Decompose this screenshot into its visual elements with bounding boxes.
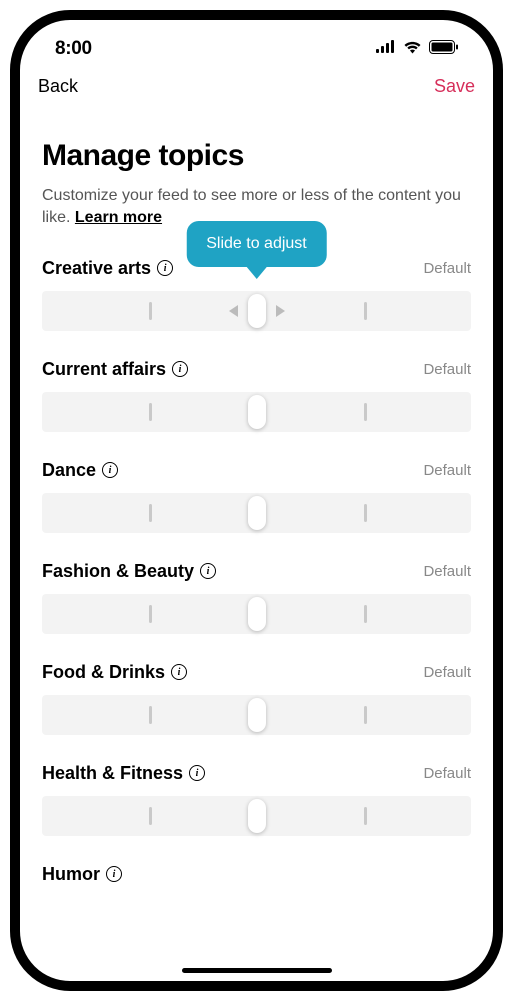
topic-row: Humori [42, 864, 471, 885]
topic-name-wrap: Humori [42, 864, 122, 885]
learn-more-link[interactable]: Learn more [75, 209, 162, 226]
slider-tick [364, 807, 367, 825]
topic-name: Humor [42, 864, 100, 885]
info-icon[interactable]: i [157, 260, 173, 276]
slider-tick [364, 504, 367, 522]
topic-slider[interactable]: Slide to adjust [42, 291, 471, 331]
topic-header: Health & Fitness i Default [42, 763, 471, 784]
topic-status: Default [423, 765, 471, 782]
slider-tick [149, 807, 152, 825]
phone-frame: 8:00 Back Save Manage topics Customize y… [10, 10, 503, 991]
topics-list: Creative arts i Default Slide to adjust Curr… [42, 258, 471, 885]
status-indicators [376, 40, 458, 59]
status-time: 8:00 [55, 38, 92, 60]
topic-header: Humori [42, 864, 471, 885]
topic-status: Default [423, 260, 471, 277]
topic-name: Health & Fitness [42, 763, 183, 784]
slider-tick [149, 302, 152, 320]
topic-header: Fashion & Beauty i Default [42, 561, 471, 582]
topic-status: Default [423, 462, 471, 479]
slider-tick [149, 605, 152, 623]
topic-name-wrap: Fashion & Beauty i [42, 561, 216, 582]
topic-row: Health & Fitness i Default [42, 763, 471, 836]
topic-name: Dance [42, 460, 96, 481]
page-title: Manage topics [42, 139, 471, 173]
content: Manage topics Customize your feed to see… [20, 103, 493, 885]
save-button[interactable]: Save [434, 76, 475, 97]
topic-row: Dancei Default [42, 460, 471, 533]
topic-slider[interactable] [42, 594, 471, 634]
slider-thumb[interactable] [248, 698, 266, 732]
topic-row: Food & Drinks i Default [42, 662, 471, 735]
chevron-left-icon [229, 305, 238, 317]
topic-slider[interactable] [42, 392, 471, 432]
slider-tick [364, 403, 367, 421]
topic-name: Current affairs [42, 359, 166, 380]
info-icon[interactable]: i [189, 765, 205, 781]
info-icon[interactable]: i [102, 462, 118, 478]
topic-status: Default [423, 664, 471, 681]
slider-tick [364, 706, 367, 724]
topic-slider[interactable] [42, 796, 471, 836]
topic-slider[interactable] [42, 493, 471, 533]
topic-name-wrap: Health & Fitness i [42, 763, 205, 784]
topic-row: Creative arts i Default Slide to adjust [42, 258, 471, 331]
battery-icon [429, 40, 458, 59]
slider-tick [149, 504, 152, 522]
slider-tick [364, 605, 367, 623]
topic-name: Creative arts [42, 258, 151, 279]
screen: 8:00 Back Save Manage topics Customize y… [20, 20, 493, 981]
info-icon[interactable]: i [200, 563, 216, 579]
slider-tick [364, 302, 367, 320]
topic-slider[interactable] [42, 695, 471, 735]
topic-status: Default [423, 361, 471, 378]
nav-bar: Back Save [20, 66, 493, 103]
topic-name-wrap: Dancei [42, 460, 118, 481]
back-button[interactable]: Back [38, 76, 78, 97]
cellular-icon [376, 40, 396, 58]
status-bar: 8:00 [20, 20, 493, 66]
slider-thumb[interactable] [248, 799, 266, 833]
slider-tick [149, 706, 152, 724]
topic-name-wrap: Food & Drinks i [42, 662, 187, 683]
slider-thumb[interactable] [248, 395, 266, 429]
topic-row: Fashion & Beauty i Default [42, 561, 471, 634]
topic-status: Default [423, 563, 471, 580]
topic-header: Dancei Default [42, 460, 471, 481]
chevron-right-icon [276, 305, 285, 317]
topic-name: Fashion & Beauty [42, 561, 194, 582]
info-icon[interactable]: i [172, 361, 188, 377]
slider-tick [149, 403, 152, 421]
topic-header: Food & Drinks i Default [42, 662, 471, 683]
topic-header: Current affairs i Default [42, 359, 471, 380]
topic-name: Food & Drinks [42, 662, 165, 683]
topic-row: Current affairs i Default [42, 359, 471, 432]
wifi-icon [403, 40, 422, 59]
home-indicator[interactable] [182, 968, 332, 973]
slider-thumb[interactable] [248, 597, 266, 631]
slider-tooltip: Slide to adjust [186, 221, 327, 267]
topic-name-wrap: Creative arts i [42, 258, 173, 279]
info-icon[interactable]: i [106, 866, 122, 882]
slider-thumb[interactable] [248, 294, 266, 328]
slider-thumb[interactable] [248, 496, 266, 530]
topic-name-wrap: Current affairs i [42, 359, 188, 380]
info-icon[interactable]: i [171, 664, 187, 680]
